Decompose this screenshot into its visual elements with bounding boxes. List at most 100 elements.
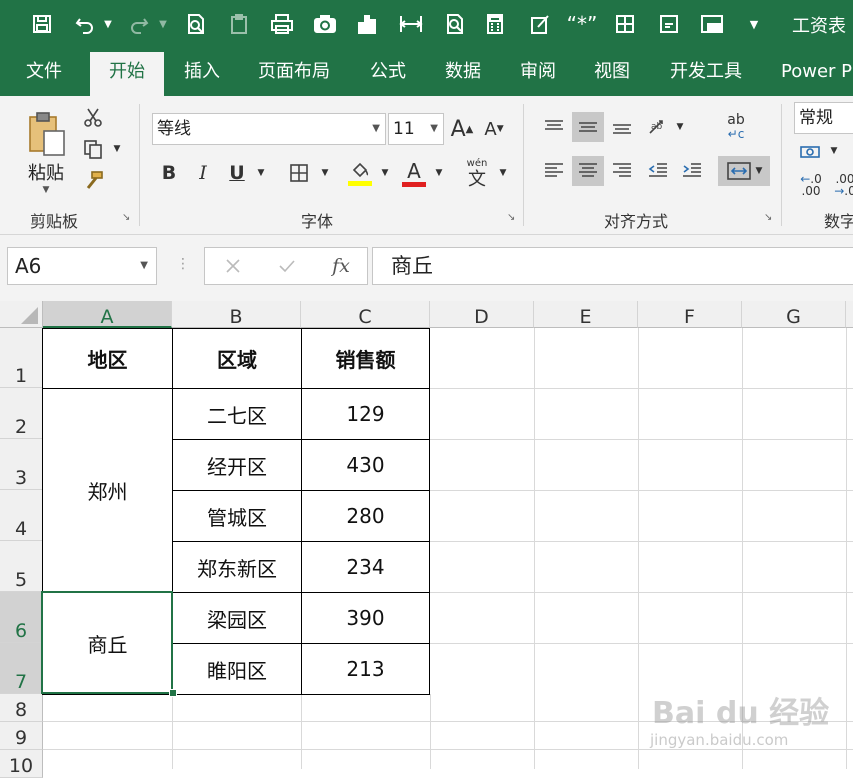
window-icon[interactable] (697, 10, 727, 38)
wrap-text-button[interactable]: ab ↵c (720, 110, 752, 144)
tab-page-layout[interactable]: 页面布局 (258, 48, 330, 96)
column-header-g[interactable]: G (742, 301, 846, 328)
cut-icon[interactable] (80, 104, 106, 130)
format-painter-icon[interactable] (80, 168, 106, 194)
row-header-4[interactable]: 4 (0, 490, 43, 541)
underline-button[interactable]: U (224, 158, 250, 188)
copy-icon[interactable] (80, 136, 106, 162)
decrease-decimal-button[interactable]: .00 →.0 (830, 170, 853, 200)
column-width-icon[interactable] (396, 10, 426, 38)
font-name-select[interactable]: 等线 ▼ (152, 113, 386, 145)
chart-icon[interactable] (354, 10, 380, 38)
redo-icon[interactable] (124, 10, 154, 38)
asterisk-icon[interactable]: “*” (567, 10, 598, 38)
clipboard-launcher-icon[interactable]: ↘ (122, 212, 130, 223)
merged-cell-region[interactable]: 郑州 (42, 388, 173, 593)
tab-data[interactable]: 数据 (445, 48, 481, 96)
undo-icon[interactable] (70, 10, 100, 38)
row-header-5[interactable]: 5 (0, 541, 43, 592)
bold-button[interactable]: B (156, 158, 182, 188)
borders-icon[interactable] (284, 158, 314, 188)
borders-dropdown-icon[interactable]: ▼ (318, 166, 332, 180)
table-cell-sales[interactable]: 234 (301, 541, 430, 593)
table-cell-sales[interactable]: 213 (301, 643, 430, 695)
table-header-region[interactable]: 地区 (42, 328, 173, 389)
name-box[interactable]: A6 ▼ (7, 247, 157, 285)
tab-view[interactable]: 视图 (594, 48, 630, 96)
row-header-7[interactable]: 7 (0, 643, 43, 694)
formula-bar-grip-icon[interactable]: ⋮ (176, 256, 190, 272)
align-middle-icon[interactable] (572, 112, 604, 142)
column-header-b[interactable]: B (172, 301, 301, 328)
table-cell-sales[interactable]: 280 (301, 490, 430, 542)
print-preview-icon[interactable] (182, 10, 210, 38)
currency-dropdown-icon[interactable]: ▼ (828, 144, 840, 158)
fill-handle[interactable] (169, 689, 177, 697)
paste-button[interactable]: 粘贴 ▼ (20, 104, 72, 202)
font-launcher-icon[interactable]: ↘ (507, 212, 515, 223)
table-cell-sales[interactable]: 390 (301, 592, 430, 644)
table-cell-district[interactable]: 经开区 (172, 439, 302, 491)
italic-button[interactable]: I (190, 158, 216, 188)
row-header-10[interactable]: 10 (0, 750, 43, 778)
row-header-2[interactable]: 2 (0, 388, 43, 439)
table-cell-district[interactable]: 郑东新区 (172, 541, 302, 593)
table-cell-district[interactable]: 管城区 (172, 490, 302, 542)
align-right-icon[interactable] (606, 156, 638, 186)
align-left-icon[interactable] (538, 156, 570, 186)
table-cell-sales[interactable]: 129 (301, 388, 430, 440)
table-header-district[interactable]: 区域 (172, 328, 302, 389)
insert-function-button[interactable]: fx (325, 252, 357, 280)
clipboard-icon[interactable] (225, 10, 253, 38)
redo-dropdown-icon[interactable]: ▼ (157, 10, 169, 38)
undo-dropdown-icon[interactable]: ▼ (102, 10, 114, 38)
grow-font-button[interactable]: A ▲ (450, 114, 474, 144)
underline-dropdown-icon[interactable]: ▼ (254, 166, 268, 180)
edit-icon[interactable] (526, 10, 554, 38)
table-cell-district[interactable]: 梁园区 (172, 592, 302, 644)
align-top-icon[interactable] (538, 112, 570, 142)
enter-icon[interactable] (273, 252, 301, 280)
find-icon[interactable] (441, 10, 469, 38)
increase-indent-icon[interactable] (676, 156, 708, 186)
alignment-launcher-icon[interactable]: ↘ (764, 212, 772, 223)
font-color-dropdown-icon[interactable]: ▼ (432, 166, 446, 180)
column-header-d[interactable]: D (430, 301, 534, 328)
camera-icon[interactable] (310, 10, 340, 38)
more-icon[interactable]: ▼ (746, 10, 762, 38)
number-format-select[interactable]: 常规 (794, 102, 853, 134)
orientation-icon[interactable]: ab (642, 112, 674, 142)
row-header-6[interactable]: 6 (0, 592, 43, 643)
select-all-button[interactable] (0, 301, 43, 328)
tab-insert[interactable]: 插入 (184, 48, 220, 96)
tab-file[interactable]: 文件 (26, 48, 62, 96)
cancel-icon[interactable] (219, 252, 247, 280)
document-icon[interactable] (655, 10, 683, 38)
table-header-sales[interactable]: 销售额 (301, 328, 430, 389)
tab-developer[interactable]: 开发工具 (670, 48, 742, 96)
fill-dropdown-icon[interactable]: ▼ (378, 166, 392, 180)
row-header-8[interactable]: 8 (0, 694, 43, 722)
formula-input[interactable]: 商丘 (372, 247, 853, 285)
copy-dropdown-icon[interactable]: ▼ (110, 142, 124, 156)
font-size-select[interactable]: 11 ▼ (388, 113, 444, 145)
row-header-1[interactable]: 1 (0, 328, 43, 388)
align-center-icon[interactable] (572, 156, 604, 186)
tab-review[interactable]: 审阅 (520, 48, 556, 96)
tab-power-pivot[interactable]: Power Pi (781, 48, 853, 96)
decrease-indent-icon[interactable] (642, 156, 674, 186)
increase-decimal-button[interactable]: ←.0 .00 (796, 170, 826, 200)
table-cell-sales[interactable]: 430 (301, 439, 430, 491)
shrink-font-button[interactable]: A ▼ (482, 114, 506, 144)
column-header-a[interactable]: A (43, 301, 172, 328)
row-header-9[interactable]: 9 (0, 722, 43, 750)
column-header-e[interactable]: E (534, 301, 638, 328)
tab-home[interactable]: 开始 (90, 52, 164, 96)
print-icon[interactable] (267, 10, 297, 38)
fill-color-button[interactable] (344, 156, 376, 190)
column-header-c[interactable]: C (301, 301, 430, 328)
save-icon[interactable] (28, 10, 56, 38)
phonetic-button[interactable]: wén 文 (462, 156, 492, 190)
row-header-3[interactable]: 3 (0, 439, 43, 490)
merge-center-button[interactable]: ▼ (718, 156, 770, 186)
